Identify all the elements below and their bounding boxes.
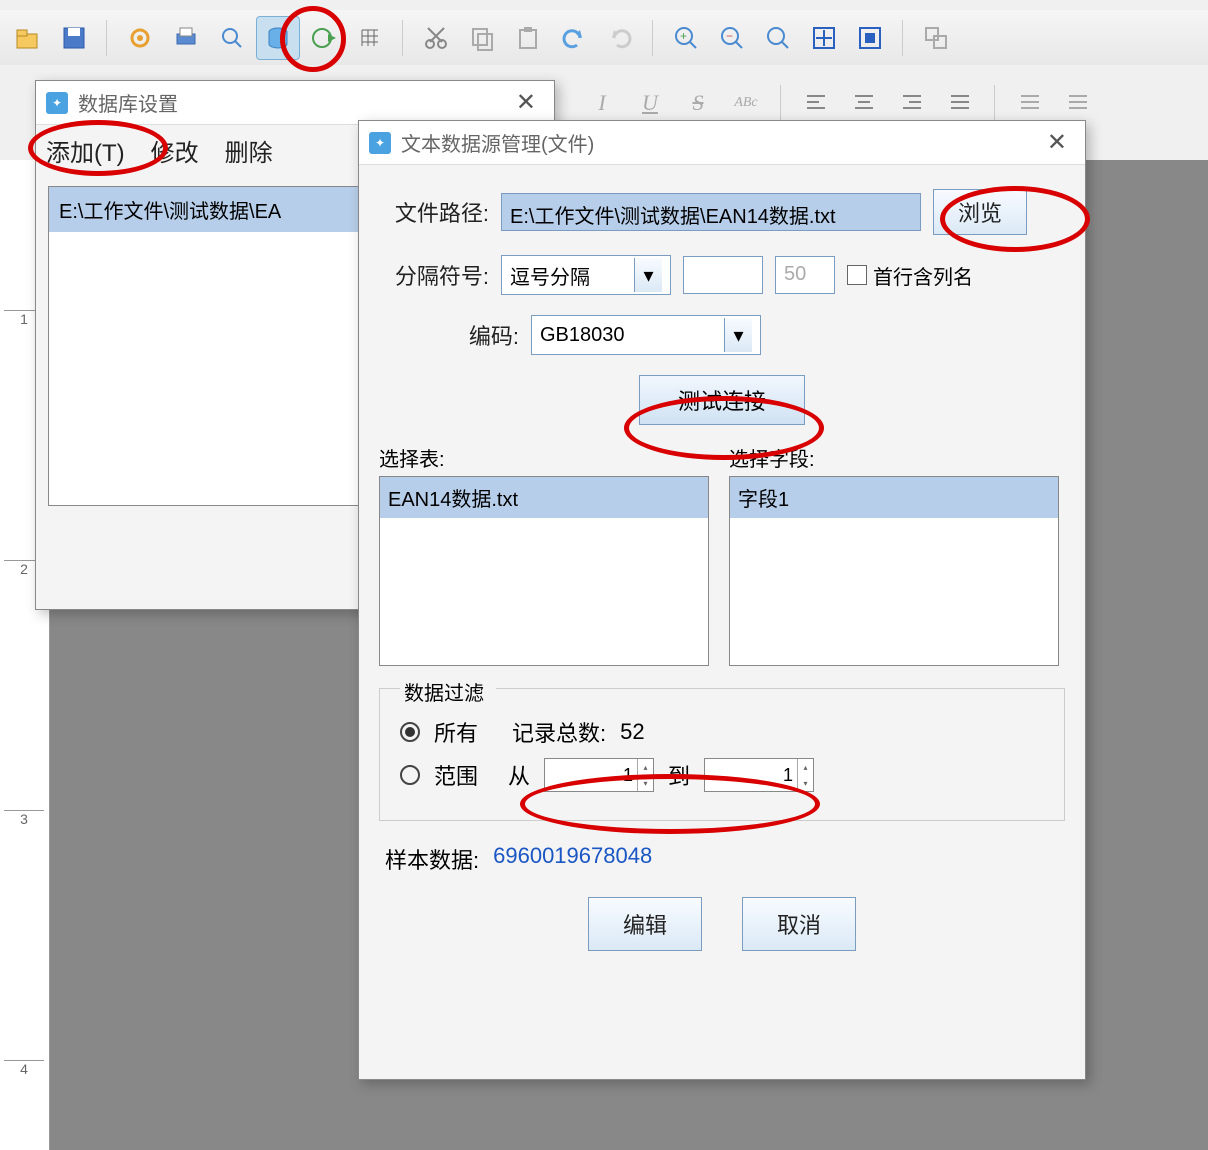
record-total-label: 记录总数: [512,716,606,748]
group-icon[interactable] [914,16,958,60]
range-to-input[interactable]: 1 ▴▾ [704,758,814,792]
svg-text:−: − [726,29,733,43]
paste-icon[interactable] [506,16,550,60]
db-dialog-title: 数据库设置 [78,88,178,117]
record-total-value: 52 [620,719,644,745]
encoding-combo[interactable]: GB18030 ▾ [531,315,761,355]
path-input[interactable]: E:\工作文件\测试数据\EAN14数据.txt [501,193,921,231]
browse-button[interactable]: 浏览 [933,189,1027,235]
app-icon: ✦ [46,92,68,114]
close-icon[interactable]: ✕ [1039,124,1075,161]
add-menu-item[interactable]: 添加(T) [46,133,125,168]
database-icon[interactable] [256,16,300,60]
copy-icon[interactable] [460,16,504,60]
text-datasource-dialog: ✦ 文本数据源管理(文件) ✕ 文件路径: E:\工作文件\测试数据\EAN14… [358,120,1086,1080]
redo-icon[interactable] [598,16,642,60]
chevron-down-icon: ▾ [724,318,752,352]
field-listbox[interactable]: 字段1 [729,476,1059,666]
svg-text:+: + [680,29,687,43]
strike-icon[interactable]: S [676,81,720,125]
cancel-button[interactable]: 取消 [742,897,856,951]
data-filter-group: 数据过滤 所有 记录总数: 52 范围 从 1 ▴▾ 到 1 ▴▾ [379,688,1065,821]
indent-out-icon[interactable] [1008,81,1052,125]
cut-icon[interactable] [414,16,458,60]
close-icon[interactable]: ✕ [508,84,544,121]
grid-icon[interactable] [348,16,392,60]
underline-icon[interactable]: U [628,81,672,125]
main-toolbar: + − [0,10,1208,65]
table-listbox[interactable]: EAN14数据.txt [379,476,709,666]
fit-page-icon[interactable] [848,16,892,60]
chevron-down-icon: ▾ [634,258,662,292]
globe-play-icon[interactable] [302,16,346,60]
undo-icon[interactable] [552,16,596,60]
zoom-fit-icon[interactable] [756,16,800,60]
range-from-input[interactable]: 1 ▴▾ [544,758,654,792]
ds-dialog-title: 文本数据源管理(文件) [401,128,594,157]
save-icon[interactable] [52,16,96,60]
test-connection-button[interactable]: 测试连接 [639,375,805,425]
zoom-in-icon[interactable]: + [664,16,708,60]
encoding-label: 编码: [409,319,519,351]
separator-label: 分隔符号: [379,259,489,291]
align-center-icon[interactable] [842,81,886,125]
sample-label: 样本数据: [385,843,479,875]
select-field-label: 选择字段: [729,443,1059,472]
app-icon: ✦ [369,132,391,154]
align-left-icon[interactable] [794,81,838,125]
separator-combo[interactable]: 逗号分隔 ▾ [501,255,671,295]
fit-width-icon[interactable] [802,16,846,60]
indent-in-icon[interactable] [1056,81,1100,125]
modify-menu-item[interactable]: 修改 [151,133,199,168]
sample-value: 6960019678048 [493,843,652,875]
align-justify-icon[interactable] [938,81,982,125]
zoom-out-icon[interactable]: − [710,16,754,60]
filter-label: 数据过滤 [400,677,496,706]
delete-menu-item[interactable]: 删除 [225,133,273,168]
italic-icon[interactable]: I [580,81,624,125]
path-label: 文件路径: [379,196,489,228]
sep-number-input[interactable]: 50 [775,256,835,294]
search-icon[interactable] [210,16,254,60]
print-icon[interactable] [164,16,208,60]
first-row-checkbox[interactable]: 首行含列名 [847,261,973,290]
edit-button[interactable]: 编辑 [588,897,702,951]
range-radio[interactable] [400,765,420,785]
all-radio[interactable] [400,722,420,742]
open-icon[interactable] [6,16,50,60]
format-toolbar: I U S ABc [580,80,1208,125]
list-item[interactable]: EAN14数据.txt [380,477,708,518]
gear-icon[interactable] [118,16,162,60]
superscript-icon[interactable]: ABc [724,81,768,125]
sep-extra-input[interactable] [683,256,763,294]
list-item[interactable]: 字段1 [730,477,1058,518]
align-right-icon[interactable] [890,81,934,125]
select-table-label: 选择表: [379,443,709,472]
